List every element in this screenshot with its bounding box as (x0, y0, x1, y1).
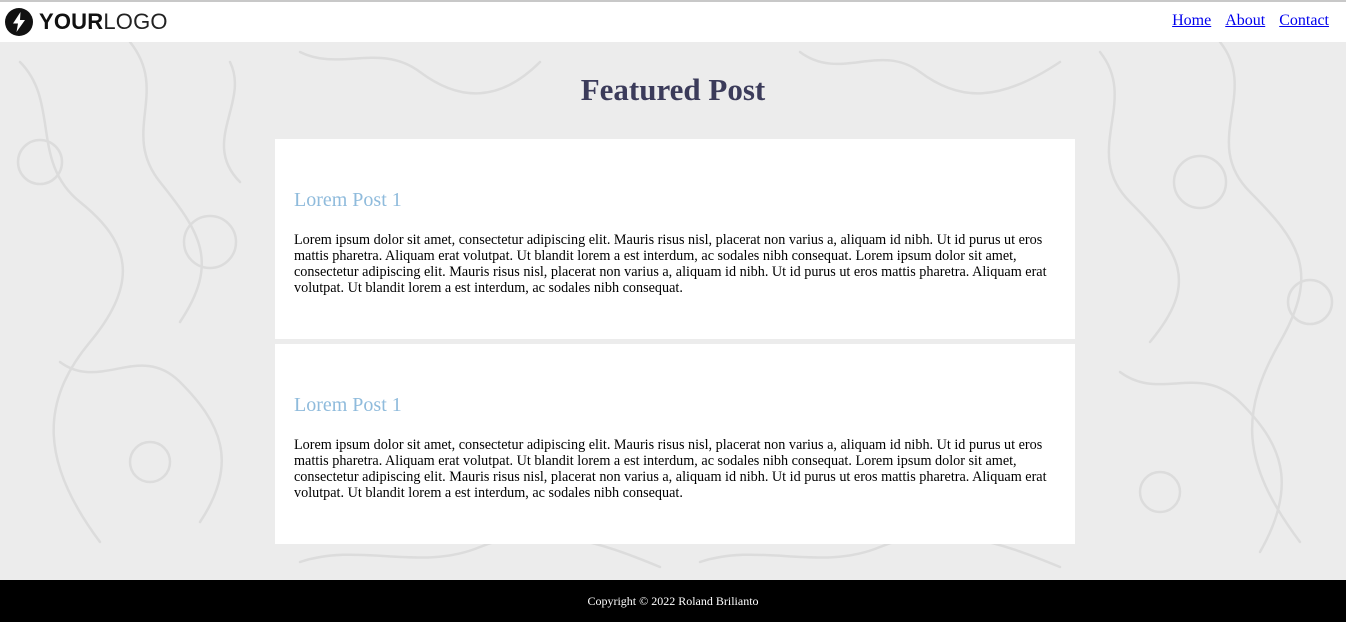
post-card: Lorem Post 1 Lorem ipsum dolor sit amet,… (275, 139, 1075, 339)
post-title[interactable]: Lorem Post 1 (294, 394, 402, 417)
lightning-bolt-icon (5, 8, 33, 36)
logo-text: YOURLOGO (39, 8, 168, 36)
site-header: YOURLOGO Home About Contact (0, 2, 1346, 42)
nav-link-contact[interactable]: Contact (1279, 12, 1329, 30)
logo[interactable]: YOURLOGO (5, 6, 168, 38)
page-title: Featured Post (580, 72, 766, 107)
main-nav: Home About Contact (1172, 12, 1329, 30)
logo-text-bold: YOUR (39, 9, 104, 34)
copyright-text: Copyright © 2022 Roland Brilianto (587, 594, 759, 608)
nav-link-about[interactable]: About (1225, 12, 1265, 30)
post-body: Lorem ipsum dolor sit amet, consectetur … (294, 232, 1047, 296)
post-title[interactable]: Lorem Post 1 (294, 189, 402, 212)
site-footer: Copyright © 2022 Roland Brilianto (0, 580, 1346, 622)
nav-link-home[interactable]: Home (1172, 12, 1211, 30)
post-card: Lorem Post 1 Lorem ipsum dolor sit amet,… (275, 344, 1075, 544)
logo-text-light: LOGO (103, 9, 168, 34)
post-body: Lorem ipsum dolor sit amet, consectetur … (294, 437, 1047, 501)
